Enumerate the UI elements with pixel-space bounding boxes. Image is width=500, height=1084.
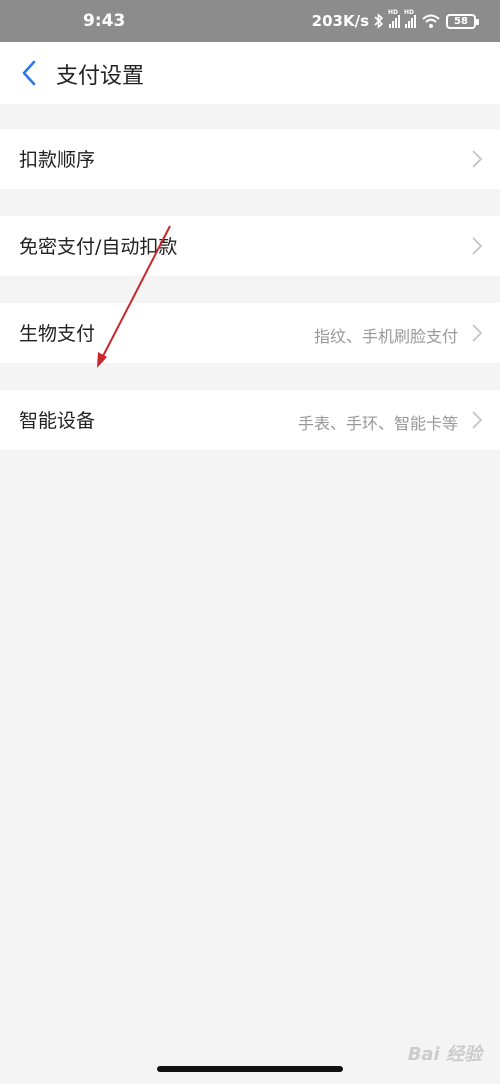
bluetooth-icon [374,13,384,29]
status-bar: 9:43 203K/s HD HD 58 [0,0,500,42]
signal-hd-icon: HD [404,10,416,28]
chevron-right-icon [472,150,483,168]
settings-item-password-free-payment[interactable]: 免密支付/自动扣款 [0,216,500,276]
home-indicator[interactable] [157,1066,343,1072]
signal-hd-icon: HD [388,10,400,28]
header: 支付设置 [0,42,500,104]
chevron-left-icon [22,60,36,86]
chevron-right-icon [472,237,483,255]
battery-icon: 58 [446,13,479,29]
chevron-right-icon [472,324,483,342]
settings-item-label: 免密支付/自动扣款 [19,236,178,258]
settings-item-label: 生物支付 [19,323,96,345]
settings-item-smart-devices[interactable]: 智能设备 手表、手环、智能卡等 [0,390,500,450]
watermark-logo: Bai 经验 [407,1044,482,1065]
page-title: 支付设置 [56,64,145,89]
settings-item-label: 扣款顺序 [19,149,96,171]
settings-item-label: 智能设备 [19,410,96,432]
status-time: 9:43 [83,11,126,31]
settings-item-biometric-payment[interactable]: 生物支付 指纹、手机刷脸支付 [0,303,500,363]
settings-item-payment-order[interactable]: 扣款顺序 [0,129,500,189]
chevron-right-icon [472,411,483,429]
network-speed: 203K/s [311,12,369,30]
wifi-icon [422,14,440,28]
settings-item-value: 手表、手环、智能卡等 [297,414,458,433]
settings-item-value: 指纹、手机刷脸支付 [313,327,458,346]
status-icons: 203K/s HD HD 58 [311,10,479,32]
back-button[interactable] [10,54,48,92]
